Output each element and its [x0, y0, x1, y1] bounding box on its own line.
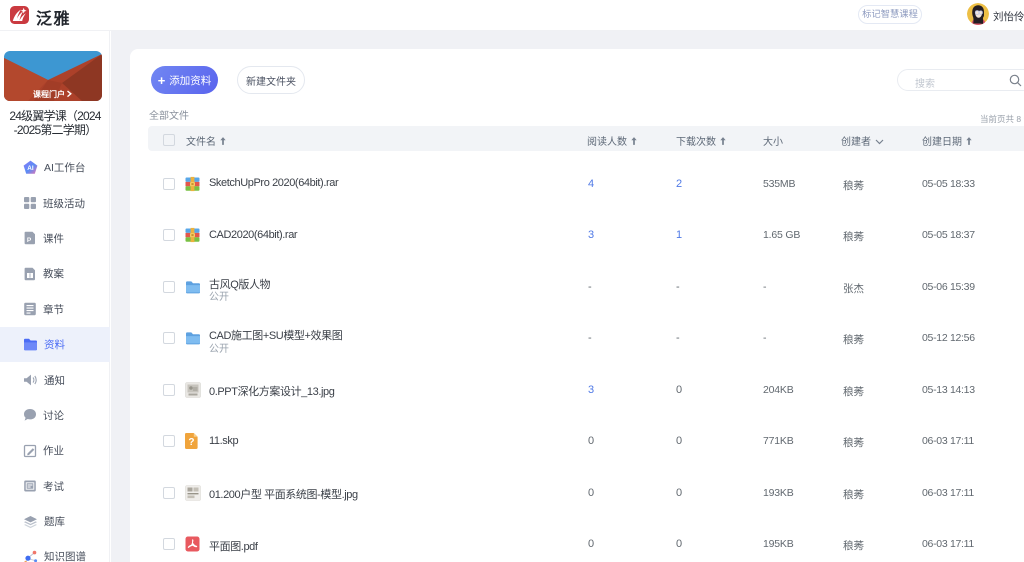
svg-text:课程门户: 课程门户 [33, 89, 65, 99]
svg-text:P: P [27, 237, 32, 244]
svg-text:?: ? [188, 437, 194, 448]
svg-text:AI: AI [27, 165, 34, 172]
